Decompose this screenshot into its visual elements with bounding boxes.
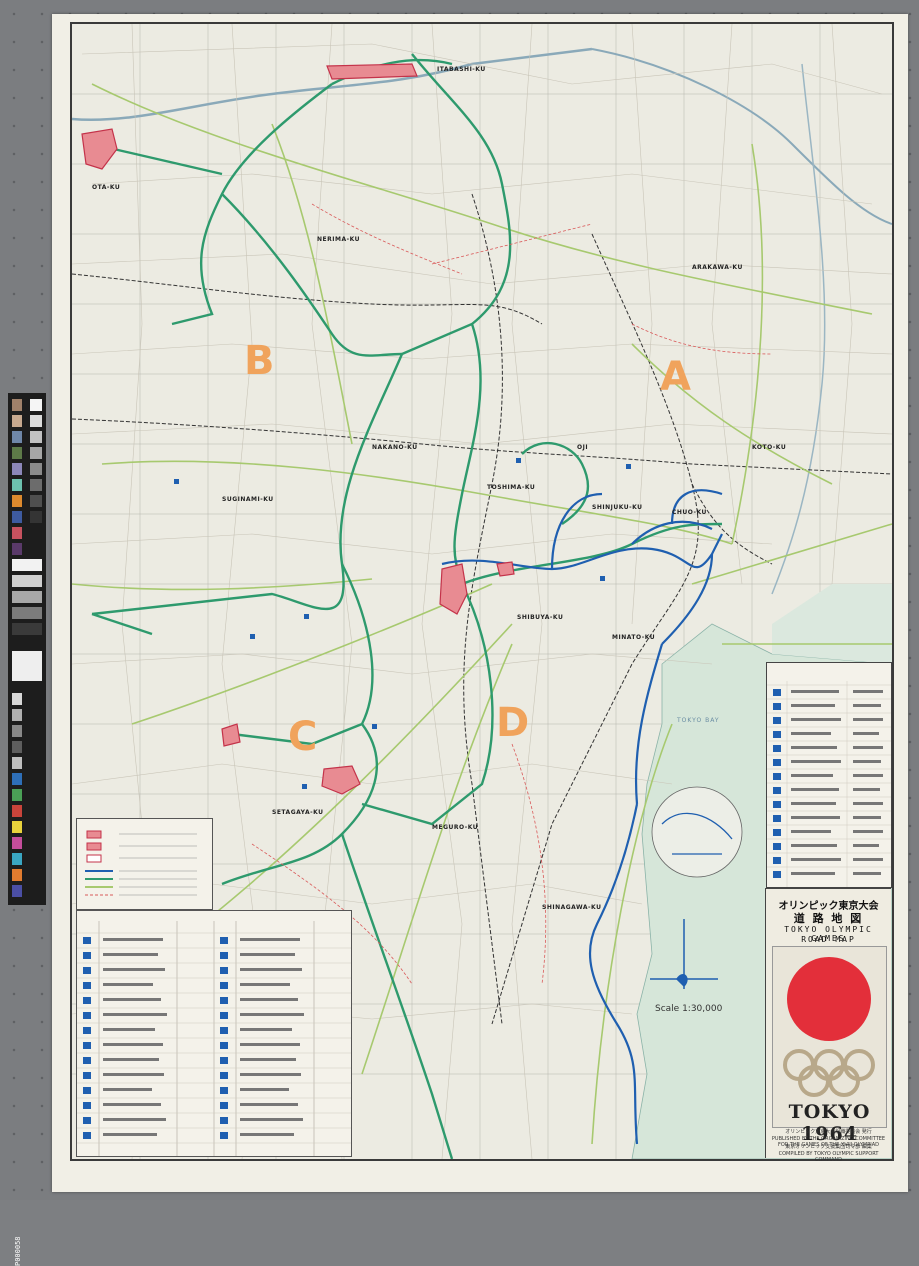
rising-sun-emblem: [787, 957, 871, 1041]
swatch: [12, 821, 22, 833]
swatch: [12, 651, 42, 681]
gray-patch: [30, 447, 42, 459]
swatch: [12, 693, 22, 705]
swatch: [12, 575, 42, 587]
place-label: SHINJUKU-KU: [592, 504, 643, 511]
swatch: [12, 607, 42, 619]
venue-yoyogi: [496, 561, 515, 577]
place-label: MINATO-KU: [612, 634, 656, 641]
swatch: [12, 805, 22, 817]
harbor-inset: [651, 786, 743, 878]
cover-panel: オリンピック東京大会 道 路 地 図 TOKYO OLYMPIC GAMES R…: [765, 888, 891, 1163]
swatch: [12, 741, 22, 753]
bay-water-north: [772, 584, 892, 664]
place-label: NERIMA-KU: [317, 236, 360, 243]
place-label: SETAGAYA-KU: [272, 809, 324, 816]
swatch: [12, 725, 22, 737]
place-label: TOSHIMA-KU: [487, 484, 536, 491]
emblem-card: TOKYO 1964: [772, 946, 887, 1145]
zone-label-c: C: [288, 714, 318, 760]
place-label: CHUO-KU: [672, 509, 707, 516]
swatch: [12, 415, 22, 427]
zone-label-d: D: [496, 700, 530, 746]
practice-venue-grid: [767, 681, 891, 887]
place-label: NAKANO-KU: [372, 444, 418, 451]
gray-patch: [30, 415, 42, 427]
zone-label-a: A: [660, 354, 691, 400]
swatch: [12, 885, 22, 897]
place-label: SUGINAMI-KU: [222, 496, 274, 503]
zone-label-b: B: [244, 338, 275, 384]
swatch: [12, 853, 22, 865]
place-label: ITABASHI-KU: [437, 66, 486, 73]
olympic-rings-icon: [783, 1049, 875, 1097]
accession-number: P000058: [14, 1236, 22, 1266]
sumida-river: [771, 63, 826, 595]
place-label: KOTO-KU: [752, 444, 787, 451]
venue-komazawa: [321, 765, 361, 795]
swatch: [12, 543, 22, 555]
swatch: [12, 837, 22, 849]
gray-patch: [30, 511, 42, 523]
swatch: [12, 447, 22, 459]
map-legend: [76, 818, 213, 910]
publisher-en-2: COMPILED BY TOKYO OLYMPIC SUPPORT COMMAN…: [778, 1151, 879, 1163]
gray-patch: [30, 479, 42, 491]
color-calibration-strip: P000058: [8, 393, 46, 1266]
venue-setagaya: [221, 723, 241, 747]
place-label: MEGURO-KU: [432, 824, 479, 831]
publisher-jp-2: 東京オリンピック支援集団司令部 編集: [785, 1144, 872, 1150]
gray-patch: [30, 399, 42, 411]
publisher-jp-1: オリンピック東京大会組織委員会 発行: [785, 1129, 872, 1135]
olympic-venues: [81, 63, 515, 795]
gray-patch: [30, 463, 42, 475]
title-en-2: ROAD MAP: [801, 935, 856, 944]
swatch: [12, 527, 22, 539]
swatch: [12, 479, 22, 491]
venue-table: [76, 910, 352, 1157]
sumida-upper: [591, 48, 892, 225]
place-label: SHIBUYA-KU: [517, 614, 564, 621]
swatch: [12, 431, 22, 443]
swatch: [12, 559, 42, 571]
scale-label: Scale 1:30,000: [655, 1004, 723, 1014]
swatch: [12, 495, 22, 507]
venue-table-grid: [77, 921, 351, 1156]
gray-patch: [30, 431, 42, 443]
gray-patch: [30, 495, 42, 507]
place-label: SHINAGAWA-KU: [542, 904, 602, 911]
bay-name: TOKYO BAY: [677, 717, 720, 724]
swatch: [12, 709, 22, 721]
venue-asaka-shooting: [81, 128, 118, 170]
swatch: [12, 773, 22, 785]
swatch: [12, 869, 22, 881]
legend-symbols: [85, 830, 197, 896]
swatch: [12, 399, 22, 411]
place-label: ARAKAWA-KU: [692, 264, 743, 271]
place-label: OTA-KU: [92, 184, 121, 191]
title-jp-2: 道 路 地 図: [793, 912, 864, 925]
swatch: [12, 463, 22, 475]
venue-toda-rowing: [326, 63, 418, 80]
swatch: [12, 511, 22, 523]
swatch: [12, 757, 22, 769]
swatch: [12, 623, 42, 635]
swatch: [12, 591, 42, 603]
place-label: OJI: [577, 444, 589, 451]
venue-meiji-park: [439, 563, 468, 615]
swatch: [12, 789, 22, 801]
practice-venue-table: [766, 662, 892, 888]
